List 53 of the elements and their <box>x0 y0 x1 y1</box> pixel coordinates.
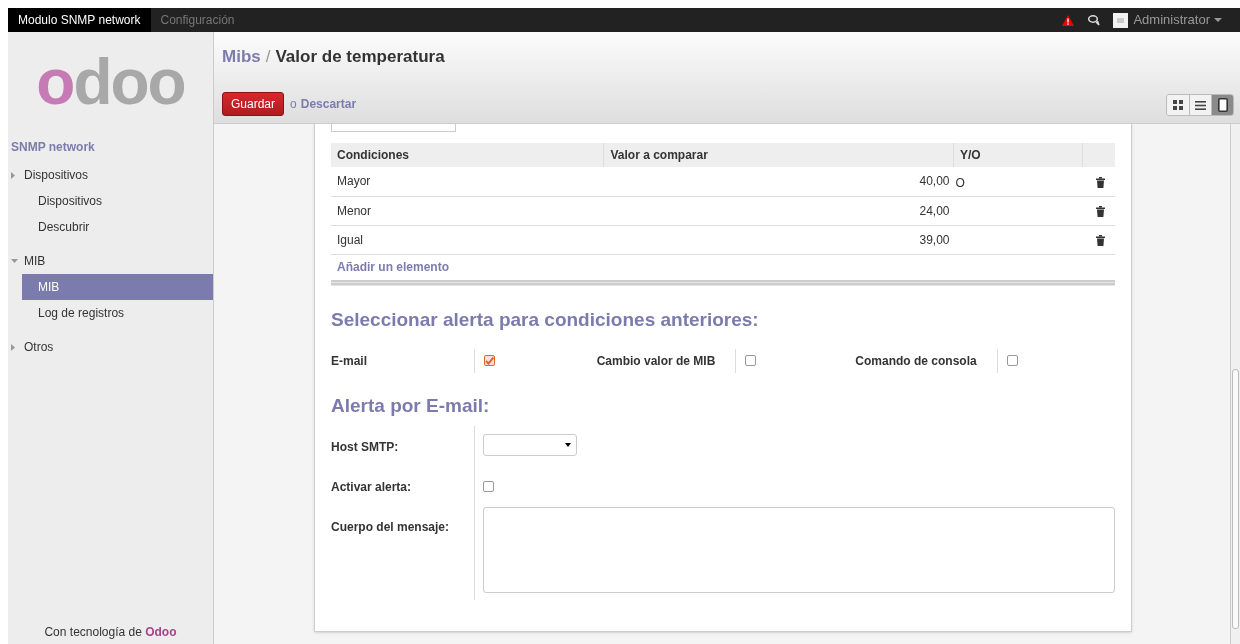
checkbox[interactable] <box>483 480 494 492</box>
section-title: Seleccionar alerta para condiciones anteriores: <box>331 308 760 332</box>
page-title: Valor de temperatura <box>275 46 445 68</box>
table-cell: 24,00 <box>604 196 954 225</box>
table-cell: O <box>955 176 965 190</box>
add-item-link[interactable]: Añadir un elemento <box>337 260 449 275</box>
save-button[interactable]: Guardar <box>222 91 285 116</box>
field-label: Activar alerta: <box>331 479 413 496</box>
warning-icon[interactable] <box>1062 14 1075 26</box>
checkbox[interactable] <box>484 355 495 366</box>
table-cell: 40,00 <box>604 167 954 196</box>
table-cell: 39,00 <box>604 225 954 254</box>
sidebar-item[interactable]: Otros <box>8 334 213 360</box>
table-cell: Menor <box>331 196 604 225</box>
field-label: Cuerpo del mensaje: <box>331 519 451 536</box>
kanban-view-icon[interactable] <box>1167 95 1189 115</box>
checkbox[interactable] <box>1006 355 1018 366</box>
discard-link[interactable]: Descartar <box>300 94 357 113</box>
input-field[interactable] <box>331 124 456 132</box>
table-cell: Igual <box>331 225 604 254</box>
sidebar-subitem[interactable]: MIB <box>22 274 213 300</box>
sidebar-subitem[interactable]: Log de registros <box>22 300 213 326</box>
caret-icon[interactable] <box>565 443 571 447</box>
user-menu[interactable]: Administrator <box>1133 10 1210 30</box>
checkbox[interactable] <box>745 355 757 366</box>
form-view-icon[interactable] <box>1211 95 1233 115</box>
sidebar-item[interactable]: Dispositivos <box>8 162 213 188</box>
breadcrumb-link[interactable]: Mibs <box>222 44 261 70</box>
sidebar-title: SNMP network <box>11 139 96 156</box>
section-title: Alerta por E-mail: <box>331 393 491 418</box>
trash-icon[interactable] <box>1096 205 1105 217</box>
list-view-icon[interactable] <box>1189 95 1211 115</box>
breadcrumb-separator: / <box>265 46 271 68</box>
column-header: Valor a comparar <box>604 143 954 167</box>
footer-text: Con tecnología de Odoo <box>43 624 178 641</box>
top-menu-item[interactable]: Configuración <box>150 8 245 32</box>
sidebar-subitem[interactable]: Dispositivos <box>8 188 213 214</box>
field-label: Comando de consola <box>854 352 978 370</box>
field-label: Cambio valor de MIB <box>595 352 717 370</box>
table-cell: Mayor <box>331 167 604 196</box>
trash-icon[interactable] <box>1096 176 1105 188</box>
field-label: E-mail <box>331 352 368 370</box>
caret-icon[interactable] <box>1214 18 1222 22</box>
sidebar-subitem[interactable]: Descubrir <box>8 214 213 240</box>
scrollbar[interactable] <box>1230 124 1240 644</box>
field-label: Host SMTP: <box>331 439 400 456</box>
column-header: Y/O <box>953 143 1082 167</box>
top-menu-item[interactable]: Modulo SNMP network <box>8 8 151 32</box>
avatar-icon[interactable] <box>1113 12 1129 28</box>
sidebar-item[interactable]: MIB <box>8 248 213 274</box>
trash-icon[interactable] <box>1096 234 1105 246</box>
or-text: o <box>290 95 297 113</box>
column-header: Condiciones <box>331 143 604 167</box>
